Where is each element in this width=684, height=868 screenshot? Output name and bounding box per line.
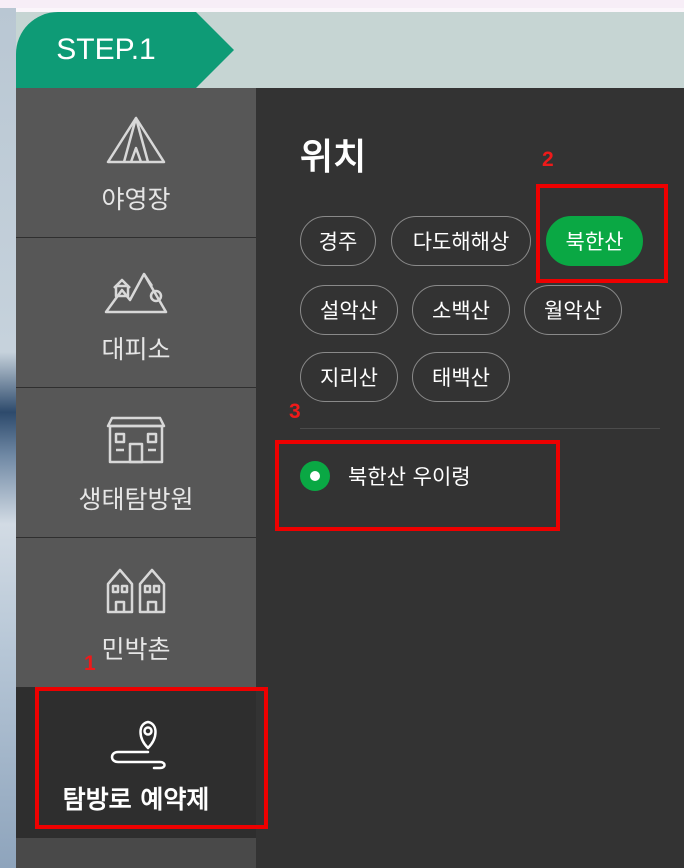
sidebar-item-label: 민박촌 bbox=[101, 635, 171, 664]
background-image bbox=[0, 8, 16, 868]
chip-dadohae[interactable]: 다도해해상 bbox=[391, 216, 531, 266]
sidebar-item-label: 대피소 bbox=[101, 335, 171, 364]
tent-icon bbox=[106, 116, 166, 164]
sidebar-item-eco-center[interactable]: 생태탐방원 bbox=[16, 388, 256, 538]
sidebar-item-label: 야영장 bbox=[101, 185, 171, 214]
sidebar-item-minbak-village[interactable]: 민박촌 bbox=[16, 538, 256, 688]
chip-seoraksan[interactable]: 설악산 bbox=[300, 285, 398, 335]
annotation-number-1: 1 bbox=[84, 652, 96, 675]
sidebar-item-shelter[interactable]: 대피소 bbox=[16, 238, 256, 388]
chip-jirisan[interactable]: 지리산 bbox=[300, 352, 398, 402]
building-icon bbox=[106, 416, 166, 464]
sidebar-item-campsite[interactable]: 야영장 bbox=[16, 88, 256, 238]
sidebar-item-label: 생태탐방원 bbox=[78, 485, 194, 514]
annotation-number-3: 3 bbox=[289, 400, 301, 423]
annotation-box-1 bbox=[35, 687, 268, 829]
annotation-box-3 bbox=[275, 440, 560, 531]
chip-sobaeksan[interactable]: 소백산 bbox=[412, 285, 510, 335]
shelter-icon bbox=[104, 272, 168, 314]
section-title: 위치 bbox=[300, 137, 367, 178]
annotation-number-2: 2 bbox=[542, 148, 554, 171]
step-label: STEP.1 bbox=[16, 12, 196, 88]
annotation-box-2 bbox=[536, 184, 668, 283]
top-band bbox=[0, 0, 684, 8]
chip-gyeongju[interactable]: 경주 bbox=[300, 216, 376, 266]
step-arrow bbox=[196, 12, 234, 88]
houses-icon bbox=[106, 568, 166, 614]
divider bbox=[300, 428, 660, 429]
sidebar-bottom bbox=[16, 838, 256, 868]
chip-woraksan[interactable]: 월악산 bbox=[524, 285, 622, 335]
chip-taebaeksan[interactable]: 태백산 bbox=[412, 352, 510, 402]
